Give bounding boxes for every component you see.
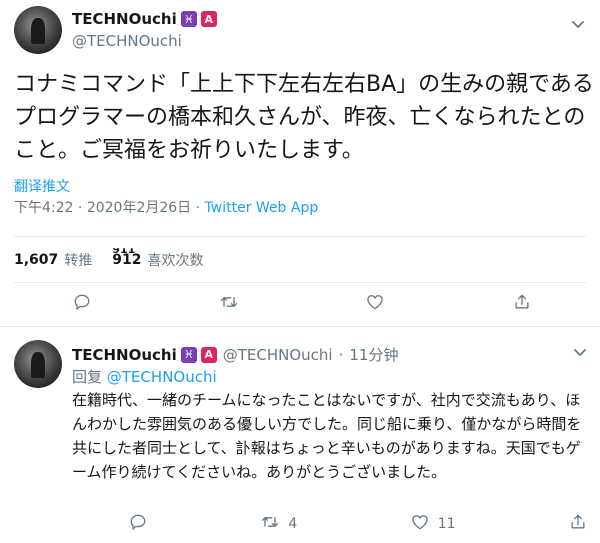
share-button[interactable] xyxy=(512,292,532,316)
reply-author-display-name[interactable]: TECHNOuchi xyxy=(72,346,177,364)
tweet-time[interactable]: 下午4:22 xyxy=(14,200,73,216)
like-count: 11 xyxy=(437,516,456,532)
reply-button[interactable] xyxy=(72,292,92,316)
reply-mention-link[interactable]: @TECHNOuchi xyxy=(107,368,217,386)
reply-prefix: 回复 xyxy=(72,368,103,386)
like-button[interactable] xyxy=(365,292,385,316)
tweet-date[interactable]: 2020年2月26日 xyxy=(87,200,191,216)
retweet-button[interactable] xyxy=(219,292,239,316)
reply-time-ago[interactable]: 11分钟 xyxy=(349,344,398,365)
replying-to: 回复 @TECHNOuchi xyxy=(72,366,217,387)
retweet-count[interactable]: 1,607 xyxy=(14,252,58,268)
reply-button[interactable] xyxy=(128,512,148,536)
share-icon xyxy=(512,292,532,316)
like-count-label[interactable]: 喜欢次数 xyxy=(148,250,204,270)
reply-text: 在籍時代、一緒のチームになったことはないですが、社内で交流もあり、ほんわかした雰… xyxy=(72,391,582,481)
divider xyxy=(14,282,586,283)
share-icon xyxy=(568,512,588,536)
retweet-count-label[interactable]: 转推 xyxy=(64,250,92,270)
retweet-icon xyxy=(219,292,239,316)
divider xyxy=(14,236,586,237)
tweet-actions xyxy=(72,292,532,316)
a-badge-icon: A xyxy=(200,346,217,363)
share-button[interactable] xyxy=(568,512,588,536)
like-count-previous: 911 xyxy=(112,243,136,256)
main-tweet: TECHNOuchi ♓ A @TECHNOuchi コナミコマンド「上上下下左… xyxy=(0,0,600,325)
tweet-separator xyxy=(0,326,600,327)
pisces-badge-icon: ♓ xyxy=(180,346,197,363)
reply-icon xyxy=(128,512,148,536)
retweet-count: 4 xyxy=(288,516,298,532)
retweet-button[interactable]: 4 xyxy=(260,512,297,536)
avatar[interactable] xyxy=(14,340,62,388)
reply-author-line: TECHNOuchi ♓ A @TECHNOuchi · 11分钟 xyxy=(72,344,398,365)
heart-icon xyxy=(410,512,430,536)
a-badge-icon: A xyxy=(200,11,217,27)
reply-icon xyxy=(72,292,92,316)
reply-author-handle[interactable]: @TECHNOuchi xyxy=(223,346,333,364)
tweet-stats: 1,607 转推 911 912 喜欢次数 xyxy=(14,246,218,274)
chevron-down-icon[interactable] xyxy=(570,342,590,362)
reply-actions: 4 11 xyxy=(128,512,588,536)
chevron-down-icon[interactable] xyxy=(568,14,588,34)
author-name-line: TECHNOuchi ♓ A xyxy=(72,10,217,28)
like-count[interactable]: 911 912 xyxy=(112,248,141,268)
author-handle[interactable]: @TECHNOuchi xyxy=(72,32,182,50)
meta-separator: · xyxy=(195,200,201,216)
meta-separator: · xyxy=(338,345,344,364)
pisces-badge-icon: ♓ xyxy=(180,11,197,27)
heart-icon xyxy=(365,292,385,316)
author-display-name[interactable]: TECHNOuchi xyxy=(72,10,177,28)
tweet-meta: 下午4:22 · 2020年2月26日 · Twitter Web App xyxy=(14,197,318,217)
translate-tweet-link[interactable]: 翻译推文 xyxy=(14,176,70,196)
source-app-link[interactable]: Twitter Web App xyxy=(205,200,319,216)
like-button[interactable]: 11 xyxy=(410,512,456,536)
tweet-text: コナミコマンド「上上下下左右左右BA」の生みの親であるプログラマーの橋本和久さん… xyxy=(14,72,594,163)
retweet-icon xyxy=(260,512,280,536)
meta-separator: · xyxy=(77,200,83,216)
avatar[interactable] xyxy=(14,6,62,54)
